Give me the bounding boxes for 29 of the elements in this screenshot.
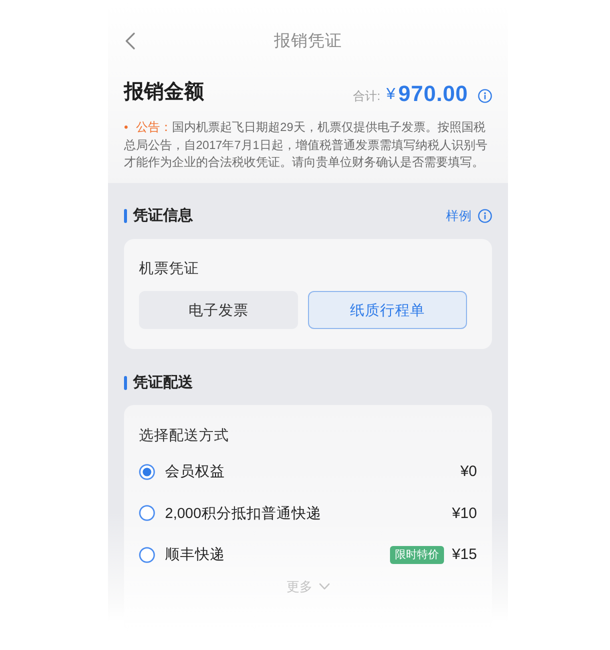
back-button[interactable] xyxy=(124,32,136,50)
accent-bar-icon xyxy=(124,376,127,390)
card-title: 选择配送方式 xyxy=(139,426,229,446)
option-label[interactable]: 2,000积分抵扣普通快递 xyxy=(165,504,322,523)
option-price: ¥10 xyxy=(452,504,477,522)
total-amount: 970.00 xyxy=(398,81,468,107)
accent-bar-icon xyxy=(124,209,127,223)
info-icon xyxy=(478,88,492,102)
option-price: ¥15 xyxy=(452,546,477,564)
option-label[interactable]: 顺丰快递 xyxy=(165,545,225,564)
promo-badge: 限时特价 xyxy=(390,546,444,564)
chevron-down-icon xyxy=(318,583,330,590)
radio-button[interactable] xyxy=(139,464,155,480)
section-title: 凭证信息 xyxy=(133,207,193,225)
section-title: 凭证配送 xyxy=(133,374,193,392)
radio-button[interactable] xyxy=(139,505,155,522)
currency-symbol: ¥ xyxy=(386,86,396,104)
info-button[interactable] xyxy=(478,88,492,102)
option-price: ¥0 xyxy=(460,463,477,480)
back-icon xyxy=(124,32,136,50)
notice-text: • 公告：国内机票起飞日期超29天，机票仅提供电子发票。按照国税总局公告，自2017年7月1日起，增值税普通发票需填写纳税人识别号才能作为企业的合法税收凭证。请向贵单位财务确认是否需要填写。 xyxy=(124,119,488,171)
total-label: 合计: xyxy=(353,88,380,104)
option-label[interactable]: 会员权益 xyxy=(165,462,225,482)
card-title: 机票凭证 xyxy=(139,260,199,279)
page-title: 报销凭证 xyxy=(274,31,342,52)
radio-button[interactable] xyxy=(139,546,155,563)
amount-title: 报销金额 xyxy=(124,80,204,105)
voucher-option-button[interactable]: 电子发票 xyxy=(139,291,298,329)
info-icon xyxy=(478,209,492,223)
